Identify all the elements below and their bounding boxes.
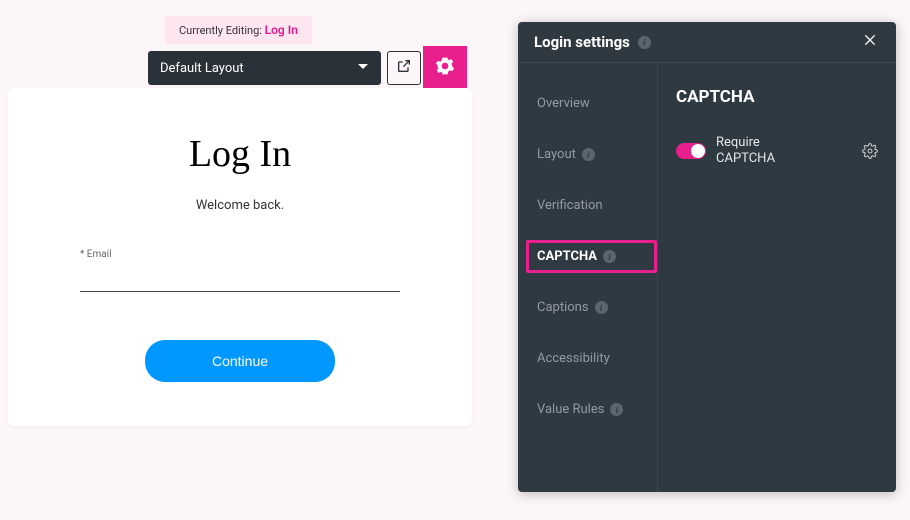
currently-editing-name: Log In (265, 23, 298, 37)
open-external-button[interactable] (387, 51, 421, 85)
editor-toolbar: Default Layout (148, 50, 490, 86)
gear-icon (862, 144, 878, 163)
chevron-down-icon (357, 60, 369, 76)
close-button[interactable] (860, 32, 880, 52)
info-icon[interactable]: i (595, 301, 608, 314)
email-label: * Email (80, 249, 400, 260)
require-captcha-label: Require CAPTCHA (716, 135, 816, 166)
nav-item-overview[interactable]: Overview (526, 87, 657, 120)
info-icon[interactable]: i (638, 36, 651, 49)
currently-editing-prefix: Currently Editing: (179, 24, 262, 37)
login-settings-panel: Login settings i Overview Layout i Verif… (518, 22, 896, 492)
info-icon[interactable]: i (610, 403, 623, 416)
nav-item-captcha[interactable]: CAPTCHA i (526, 240, 657, 273)
require-captcha-toggle[interactable] (676, 143, 706, 159)
nav-item-layout[interactable]: Layout i (526, 138, 657, 171)
captcha-settings-button[interactable] (862, 143, 878, 159)
nav-item-accessibility[interactable]: Accessibility (526, 342, 657, 375)
email-field[interactable] (80, 260, 400, 292)
panel-header: Login settings i (518, 22, 896, 63)
panel-title: Login settings i (534, 33, 651, 51)
section-title: CAPTCHA (676, 87, 878, 107)
editor-area: Currently Editing: Log In Default Layout… (0, 0, 490, 86)
require-captcha-row: Require CAPTCHA (676, 135, 878, 166)
currently-editing-badge: Currently Editing: Log In (165, 16, 312, 44)
login-form-preview: Log In Welcome back. * Email Continue (8, 88, 472, 426)
form-title: Log In (189, 132, 291, 176)
nav-item-verification[interactable]: Verification (526, 189, 657, 222)
settings-button[interactable] (427, 50, 463, 86)
gear-icon (435, 56, 455, 80)
email-field-group: * Email (80, 249, 400, 292)
layout-select[interactable]: Default Layout (148, 51, 381, 85)
panel-nav: Overview Layout i Verification CAPTCHA i… (518, 63, 658, 492)
setting-left: Require CAPTCHA (676, 135, 816, 166)
panel-title-text: Login settings (534, 33, 630, 51)
panel-body: Overview Layout i Verification CAPTCHA i… (518, 63, 896, 492)
layout-select-label: Default Layout (160, 61, 244, 76)
nav-item-captions[interactable]: Captions i (526, 291, 657, 324)
open-external-icon (396, 58, 412, 78)
panel-content: CAPTCHA Require CAPTCHA (658, 63, 896, 492)
continue-button[interactable]: Continue (145, 340, 335, 382)
close-icon (862, 32, 878, 52)
form-subtitle: Welcome back. (196, 198, 284, 213)
info-icon[interactable]: i (582, 148, 595, 161)
info-icon[interactable]: i (603, 250, 616, 263)
nav-item-value-rules[interactable]: Value Rules i (526, 393, 657, 426)
